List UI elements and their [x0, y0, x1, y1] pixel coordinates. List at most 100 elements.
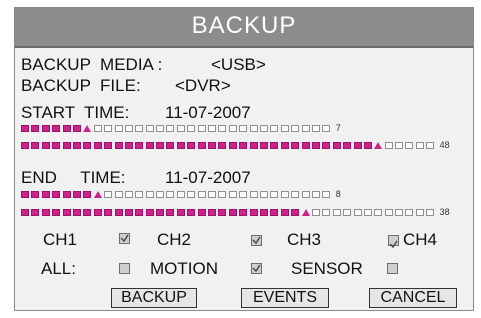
time-cell[interactable]: [197, 142, 206, 149]
time-cell[interactable]: [135, 142, 144, 149]
time-cell[interactable]: [166, 209, 175, 216]
time-cell[interactable]: [114, 125, 123, 132]
time-cell[interactable]: [124, 125, 133, 132]
time-cell[interactable]: [228, 209, 237, 216]
time-cell[interactable]: [197, 209, 206, 216]
time-cell[interactable]: [280, 125, 289, 132]
time-cell[interactable]: [124, 142, 133, 149]
time-cell[interactable]: [395, 209, 404, 216]
time-cell[interactable]: [291, 142, 300, 149]
time-cell[interactable]: [145, 191, 154, 198]
time-cell[interactable]: [301, 142, 310, 149]
time-cell[interactable]: [353, 209, 362, 216]
time-cell[interactable]: [156, 191, 165, 198]
time-cell[interactable]: [104, 209, 113, 216]
start-minute-timeline[interactable]: 48: [21, 140, 450, 151]
time-cell[interactable]: [187, 142, 196, 149]
time-cell[interactable]: [41, 191, 50, 198]
time-cell[interactable]: [176, 209, 185, 216]
time-cell[interactable]: [52, 209, 61, 216]
time-cell[interactable]: [21, 142, 29, 149]
time-cell[interactable]: [405, 142, 414, 149]
time-cell[interactable]: [384, 209, 393, 216]
time-cell[interactable]: [270, 191, 279, 198]
time-cell[interactable]: [41, 142, 50, 149]
time-cell[interactable]: [124, 209, 133, 216]
time-cell[interactable]: [343, 209, 352, 216]
time-cell[interactable]: [135, 125, 144, 132]
time-cell[interactable]: [311, 142, 320, 149]
time-cell[interactable]: [93, 125, 102, 132]
time-cell[interactable]: [156, 142, 165, 149]
time-cell[interactable]: [374, 209, 383, 216]
ch4-checkbox[interactable]: [388, 235, 399, 249]
time-cell[interactable]: [322, 191, 331, 198]
time-cell[interactable]: [21, 209, 29, 216]
time-cell[interactable]: [228, 142, 237, 149]
time-cell[interactable]: [249, 191, 258, 198]
time-cell[interactable]: [415, 142, 424, 149]
time-cell[interactable]: [415, 209, 424, 216]
time-cell[interactable]: [114, 191, 123, 198]
time-cell[interactable]: [166, 142, 175, 149]
time-cell[interactable]: [208, 191, 217, 198]
time-cell[interactable]: [114, 142, 123, 149]
all-checkbox[interactable]: [119, 263, 130, 274]
time-cell[interactable]: [124, 191, 133, 198]
time-cell[interactable]: [145, 209, 154, 216]
time-cell[interactable]: [93, 142, 102, 149]
time-cell[interactable]: [249, 125, 258, 132]
time-cell[interactable]: [332, 209, 341, 216]
time-cell[interactable]: [280, 191, 289, 198]
time-cell[interactable]: [270, 125, 279, 132]
start-hour-timeline[interactable]: 7: [21, 123, 341, 134]
time-cell[interactable]: [83, 191, 92, 198]
time-cell[interactable]: [52, 191, 61, 198]
time-cell[interactable]: [322, 142, 331, 149]
backup-button[interactable]: BACKUP: [111, 288, 197, 308]
time-cell[interactable]: [311, 125, 320, 132]
time-cell[interactable]: [228, 125, 237, 132]
time-cell[interactable]: [72, 142, 81, 149]
time-cell[interactable]: [104, 142, 113, 149]
time-cell[interactable]: [384, 142, 393, 149]
time-cell[interactable]: [41, 209, 50, 216]
time-cell[interactable]: [187, 125, 196, 132]
time-cell[interactable]: [301, 125, 310, 132]
time-cell[interactable]: [208, 142, 217, 149]
time-cell[interactable]: [197, 191, 206, 198]
time-cell[interactable]: [218, 191, 227, 198]
time-cell[interactable]: [21, 191, 29, 198]
time-cell[interactable]: [176, 191, 185, 198]
time-cell[interactable]: [426, 209, 435, 216]
time-cell[interactable]: [395, 142, 404, 149]
time-cell[interactable]: [83, 142, 92, 149]
time-cell[interactable]: [291, 191, 300, 198]
time-cell[interactable]: [72, 125, 81, 132]
time-cell[interactable]: [301, 191, 310, 198]
time-cell[interactable]: [280, 142, 289, 149]
time-cell[interactable]: [218, 125, 227, 132]
time-cell[interactable]: [176, 142, 185, 149]
time-cell[interactable]: [218, 209, 227, 216]
time-cell[interactable]: [31, 125, 40, 132]
time-cell[interactable]: [353, 142, 362, 149]
backup-file-value[interactable]: <DVR>: [175, 77, 231, 95]
time-cell[interactable]: [259, 142, 268, 149]
time-cell[interactable]: [31, 142, 40, 149]
time-cell[interactable]: [104, 125, 113, 132]
time-cell[interactable]: [239, 142, 248, 149]
time-cell[interactable]: [208, 125, 217, 132]
time-cell[interactable]: [52, 142, 61, 149]
time-cell[interactable]: [93, 209, 102, 216]
time-cell[interactable]: [426, 142, 435, 149]
time-marker-icon[interactable]: [93, 191, 102, 198]
ch1-checkbox[interactable]: [119, 233, 130, 244]
time-cell[interactable]: [176, 125, 185, 132]
time-cell[interactable]: [21, 125, 29, 132]
time-marker-icon[interactable]: [301, 209, 310, 216]
time-cell[interactable]: [363, 142, 372, 149]
time-cell[interactable]: [197, 125, 206, 132]
end-minute-timeline[interactable]: 38: [21, 207, 450, 218]
time-cell[interactable]: [62, 191, 71, 198]
